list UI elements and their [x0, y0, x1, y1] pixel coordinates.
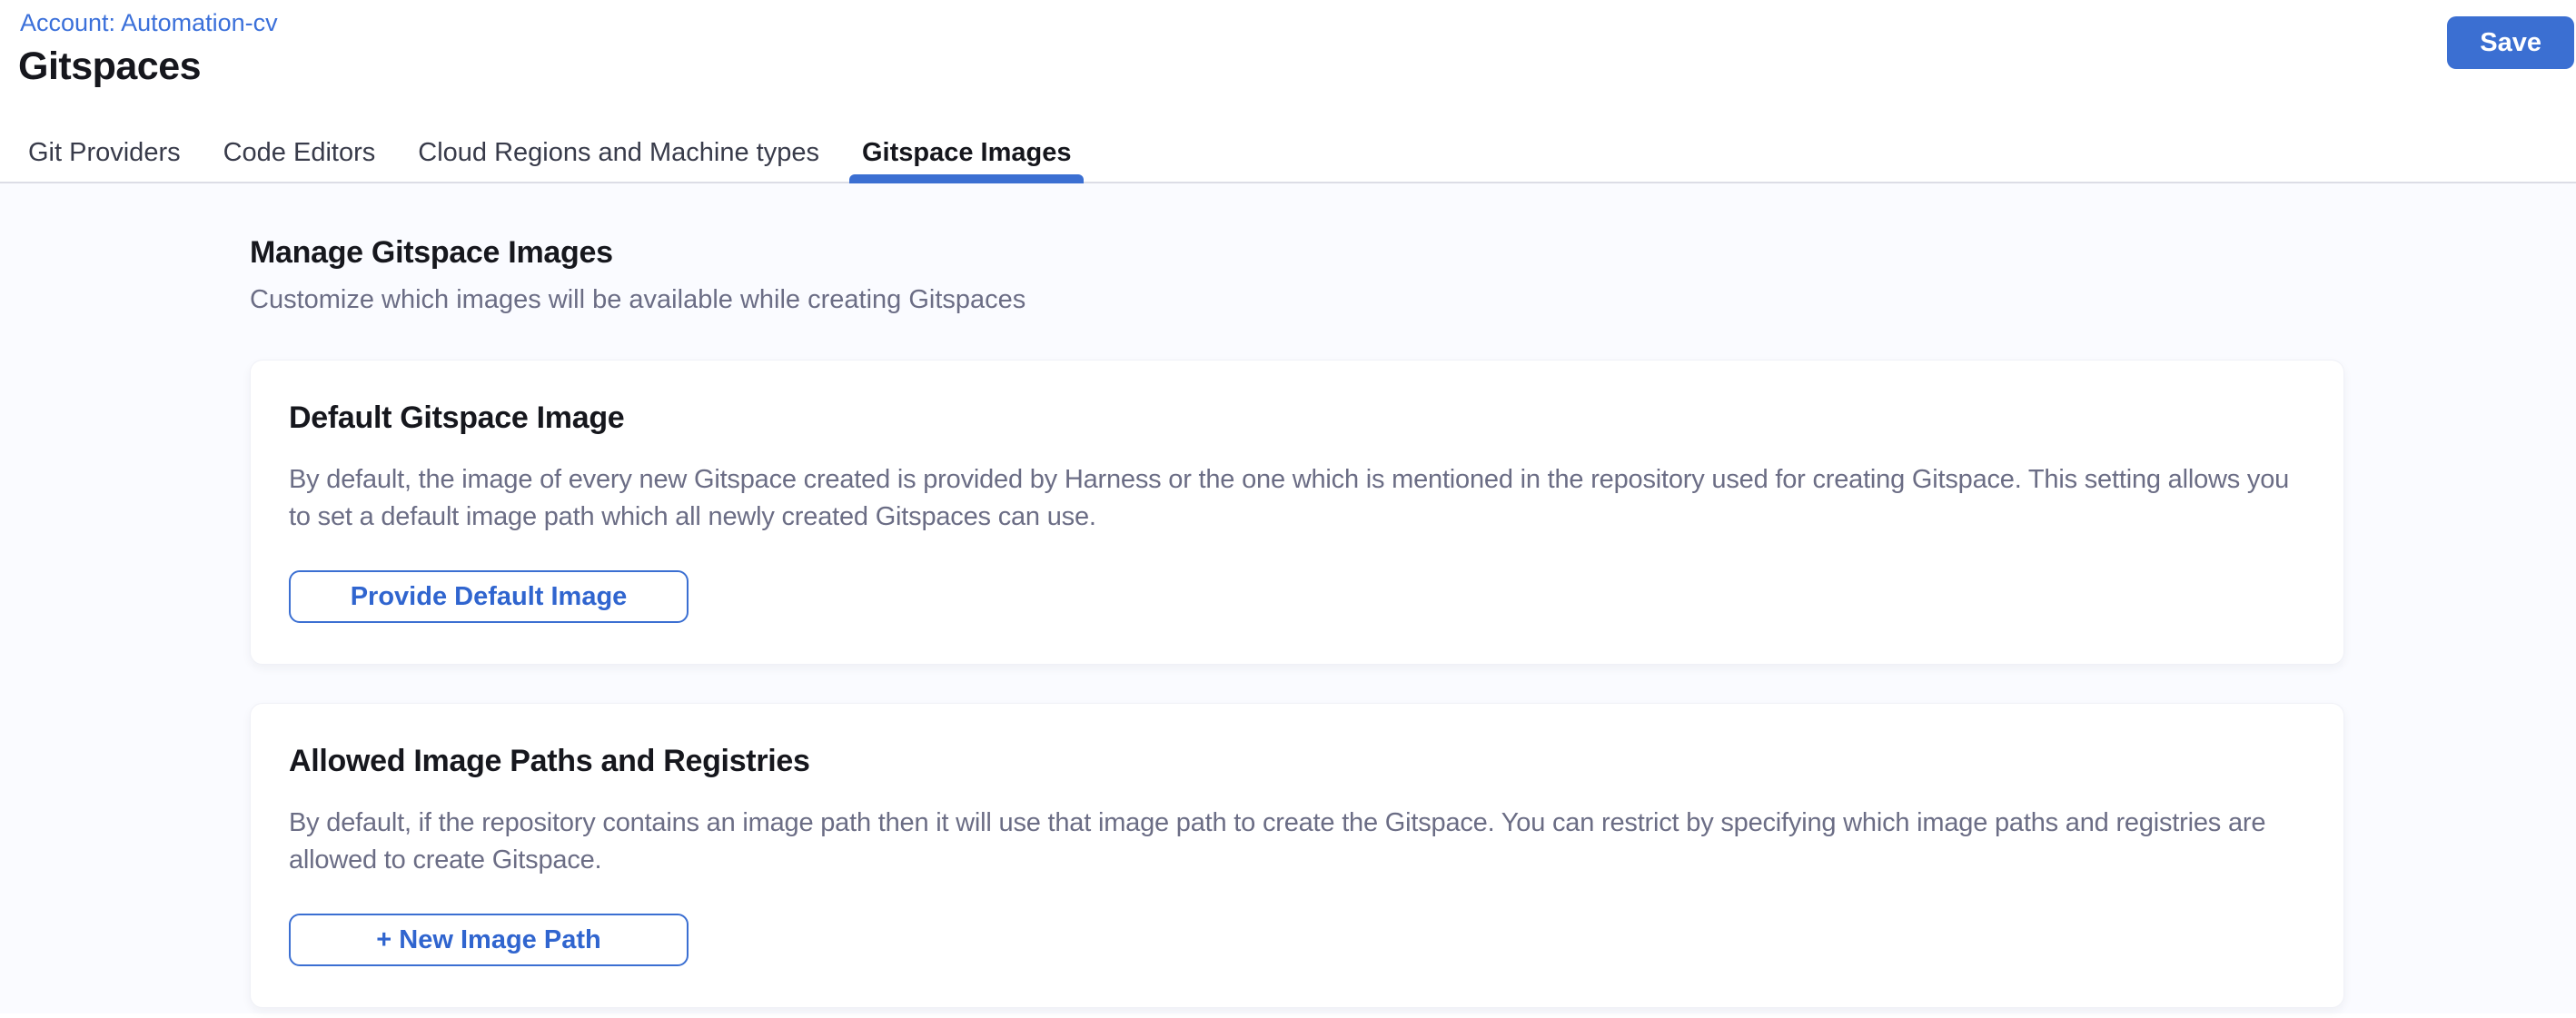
settings-tabbar: Git Providers Code Editors Cloud Regions… — [0, 124, 2576, 183]
account-breadcrumb-link[interactable]: Account: Automation-cv — [20, 9, 278, 37]
allowed-image-paths-title: Allowed Image Paths and Registries — [289, 744, 2305, 779]
page-title: Gitspaces — [18, 44, 2576, 89]
section-heading: Manage Gitspace Images — [250, 235, 2344, 271]
save-button[interactable]: Save — [2447, 16, 2574, 69]
tab-gitspace-images[interactable]: Gitspace Images — [862, 124, 1072, 182]
tab-code-editors[interactable]: Code Editors — [223, 124, 376, 182]
page-header: Account: Automation-cv Gitspaces Save Gi… — [0, 0, 2576, 183]
default-gitspace-image-title: Default Gitspace Image — [289, 400, 2305, 436]
allowed-image-paths-description: By default, if the repository contains a… — [289, 805, 2305, 879]
section-subheading: Customize which images will be available… — [250, 285, 2344, 315]
default-gitspace-image-card: Default Gitspace Image By default, the i… — [250, 360, 2344, 665]
tab-git-providers[interactable]: Git Providers — [28, 124, 181, 182]
provide-default-image-button[interactable]: Provide Default Image — [289, 570, 689, 623]
allowed-image-paths-card: Allowed Image Paths and Registries By de… — [250, 703, 2344, 1008]
default-gitspace-image-description: By default, the image of every new Gitsp… — [289, 461, 2305, 536]
gitspaces-settings-page: Account: Automation-cv Gitspaces Save Gi… — [0, 0, 2576, 1018]
tab-cloud-regions-and-machine-types[interactable]: Cloud Regions and Machine types — [418, 124, 819, 182]
gitspace-images-panel: Manage Gitspace Images Customize which i… — [0, 183, 2576, 1013]
new-image-path-button[interactable]: + New Image Path — [289, 914, 689, 966]
